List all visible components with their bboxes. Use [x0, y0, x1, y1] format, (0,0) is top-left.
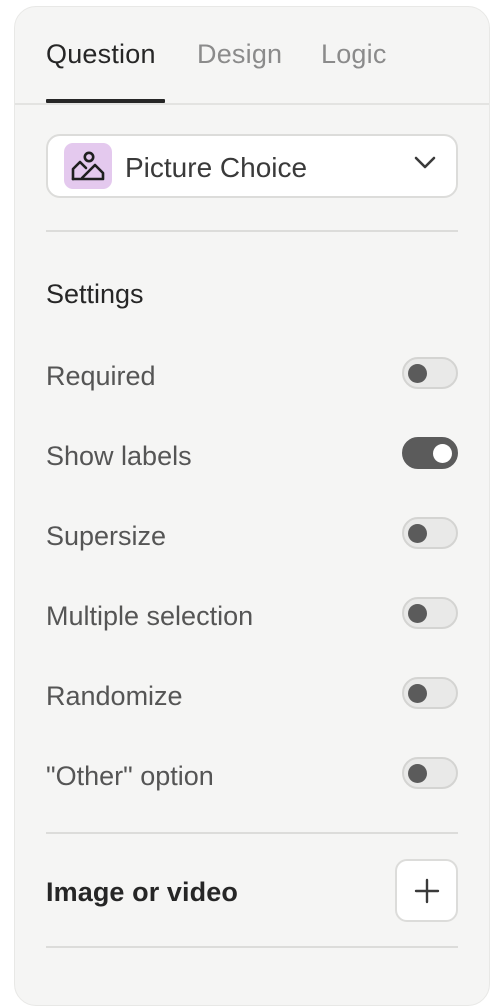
- tab-design[interactable]: Design: [197, 39, 282, 70]
- add-media-button[interactable]: [395, 859, 458, 922]
- image-or-video-heading: Image or video: [46, 877, 238, 907]
- picture-icon: [64, 143, 112, 189]
- setting-label: "Other" option: [46, 761, 214, 791]
- show-labels-toggle[interactable]: [402, 437, 458, 469]
- randomize-toggle[interactable]: [402, 677, 458, 709]
- setting-label: Show labels: [46, 441, 192, 471]
- tab-bar: Question Design Logic: [15, 7, 489, 105]
- required-toggle[interactable]: [402, 357, 458, 389]
- multiple-selection-toggle[interactable]: [402, 597, 458, 629]
- setting-other-option: "Other" option: [46, 757, 458, 797]
- divider: [46, 832, 458, 834]
- setting-randomize: Randomize: [46, 677, 458, 717]
- toggle-knob: [408, 764, 427, 783]
- settings-heading: Settings: [46, 279, 144, 309]
- supersize-toggle[interactable]: [402, 517, 458, 549]
- setting-multiple-selection: Multiple selection: [46, 597, 458, 637]
- toggle-knob: [408, 604, 427, 623]
- tab-question[interactable]: Question: [46, 39, 156, 70]
- divider: [46, 230, 458, 232]
- plus-icon: [414, 878, 440, 904]
- divider: [46, 946, 458, 948]
- setting-label: Required: [46, 361, 156, 391]
- tab-logic[interactable]: Logic: [321, 39, 387, 70]
- question-type-dropdown[interactable]: Picture Choice: [46, 134, 458, 198]
- active-tab-indicator: [46, 99, 165, 103]
- setting-label: Supersize: [46, 521, 167, 551]
- question-type-label: Picture Choice: [125, 152, 308, 183]
- setting-label: Randomize: [46, 681, 183, 711]
- setting-label: Multiple selection: [46, 601, 254, 631]
- toggle-knob: [433, 444, 452, 463]
- toggle-knob: [408, 524, 427, 543]
- toggle-knob: [408, 364, 427, 383]
- setting-supersize: Supersize: [46, 517, 458, 557]
- other-option-toggle[interactable]: [402, 757, 458, 789]
- setting-show-labels: Show labels: [46, 437, 458, 477]
- toggle-knob: [408, 684, 427, 703]
- question-settings-panel: Question Design Logic Picture Choice Set…: [14, 6, 490, 1006]
- setting-required: Required: [46, 357, 458, 397]
- chevron-down-icon: [414, 156, 436, 169]
